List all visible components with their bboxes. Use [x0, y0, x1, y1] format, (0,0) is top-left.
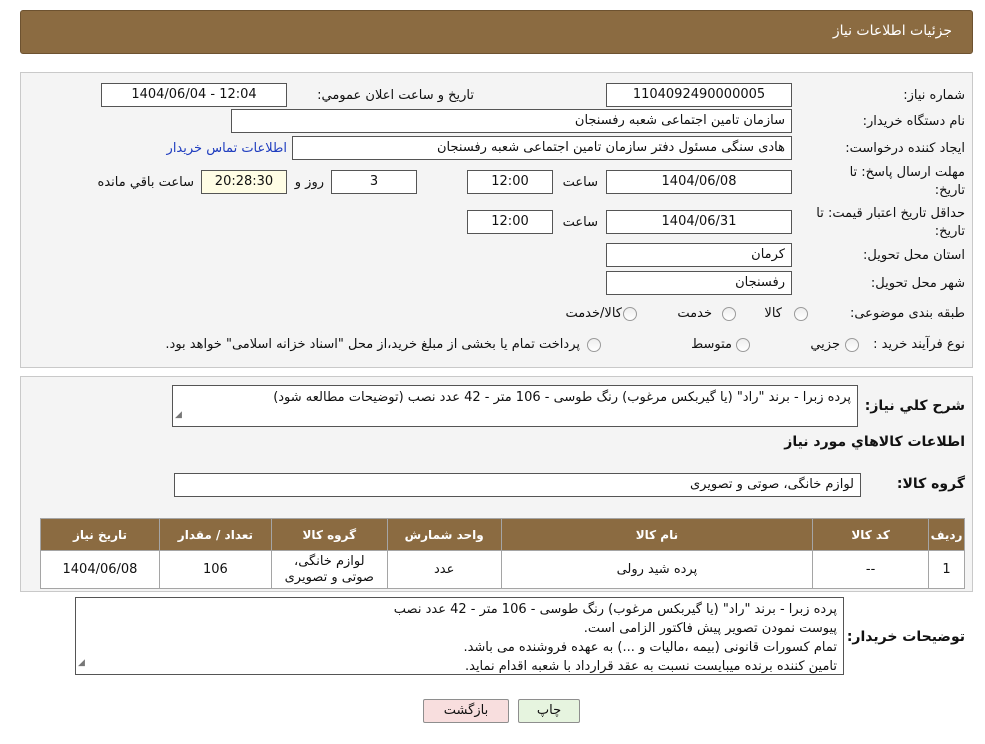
days-label: روز و — [294, 175, 324, 190]
buyer-notes-field: پرده زبرا - برند "راد" (یا گیربکس مرغوب)… — [75, 597, 844, 675]
buyer-field: سازمان تامین اجتماعی شعبه رفسنجان — [231, 109, 792, 133]
validity-label: حداقل تاریخ اعتبار قیمت: تا — [816, 206, 965, 221]
cell-group: لوازم خانگی، صوتی و تصویری — [270, 550, 388, 589]
print-button[interactable]: چاپ — [518, 699, 580, 723]
cell-qty: 106 — [158, 550, 272, 589]
col-qty: تعداد / مقدار — [158, 518, 272, 551]
buyer-notes-line: پیوست نمودن تصویر پیش فاکتور الزامی است. — [583, 621, 837, 636]
goods-group-label: گروه کالا: — [896, 476, 965, 492]
deadline-time-label: ساعت — [562, 175, 598, 190]
items-table-wrap: رديف كد كالا نام كالا واحد شمارش گروه كا… — [40, 518, 965, 589]
items-table-header: رديف كد كالا نام كالا واحد شمارش گروه كا… — [40, 518, 965, 551]
remaining-days-field: 3 — [331, 170, 417, 194]
col-name: نام كالا — [500, 518, 814, 551]
province-field: کرمان — [606, 243, 792, 267]
validity-label-2: تاریخ: — [934, 224, 965, 239]
creator-field: هادی سنگی مسئول دفتر سازمان تامین اجتماع… — [292, 136, 792, 160]
validity-time-label: ساعت — [562, 215, 598, 230]
category-option-goods-service: کالا/خدمت — [565, 306, 622, 321]
buyer-contact-link[interactable]: اطلاعات تماس خریدار — [167, 141, 287, 156]
process-radio-minor[interactable] — [845, 338, 859, 352]
category-radio-goods[interactable] — [794, 307, 808, 321]
cell-group-line2: صوتی و تصویری — [284, 569, 374, 585]
resize-grip-icon[interactable]: ◢ — [78, 654, 85, 673]
category-option-service: خدمت — [677, 306, 712, 321]
city-field: رفسنجان — [606, 271, 792, 295]
need-number-label: شماره نیاز: — [903, 88, 965, 103]
deadline-label-2: تاریخ: — [934, 183, 965, 198]
validity-time-field: 12:00 — [467, 210, 553, 234]
table-row: 1 -- پرده شید رولی عدد لوازم خانگی، صوتی… — [40, 550, 965, 589]
process-option-minor: جزیي — [810, 337, 840, 352]
category-option-goods: کالا — [764, 306, 782, 321]
items-section-title: اطلاعات كالاهاي مورد نياز — [784, 434, 965, 450]
buyer-notes-label: توضيحات خريدار: — [846, 629, 965, 645]
city-label: شهر محل تحویل: — [870, 276, 965, 291]
buyer-label: نام دستگاه خریدار: — [862, 114, 965, 129]
validity-date-field: 1404/06/31 — [606, 210, 792, 234]
process-option-medium: متوسط — [691, 337, 732, 352]
process-label: نوع فرآیند خرید : — [873, 337, 965, 352]
announce-label: تاریخ و ساعت اعلان عمومي: — [317, 88, 474, 103]
process-radio-treasury[interactable] — [587, 338, 601, 352]
creator-label: ایجاد کننده درخواست: — [845, 141, 965, 156]
buyer-notes-line: پرده زبرا - برند "راد" (یا گیربکس مرغوب)… — [393, 602, 837, 617]
category-radio-goods-service[interactable] — [623, 307, 637, 321]
cell-name: پرده شید رولی — [500, 550, 814, 589]
cell-unit: عدد — [386, 550, 502, 589]
need-number-field: 1104092490000005 — [606, 83, 792, 107]
deadline-label: مهلت ارسال پاسخ: تا — [849, 165, 965, 180]
remaining-time-label: ساعت باقي مانده — [97, 175, 194, 190]
announce-field: 1404/06/04 - 12:04 — [101, 83, 287, 107]
deadline-time-field: 12:00 — [467, 170, 553, 194]
remaining-time-field: 20:28:30 — [201, 170, 287, 194]
cell-code: -- — [812, 550, 930, 589]
col-group: گروه كالا — [270, 518, 388, 551]
summary-text: پرده زبرا - برند "راد" (یا گیربکس مرغوب)… — [273, 390, 851, 405]
col-code: كد كالا — [812, 518, 930, 551]
col-row: رديف — [928, 518, 965, 551]
deadline-date-field: 1404/06/08 — [606, 170, 792, 194]
buyer-notes-line: تامین کننده برنده میبایست نسبت به عقد قر… — [464, 659, 837, 674]
summary-field: پرده زبرا - برند "راد" (یا گیربکس مرغوب)… — [172, 385, 858, 427]
col-unit: واحد شمارش — [386, 518, 502, 551]
buyer-notes-line: تمام کسورات قانونی (بیمه ،مالیات و ...) … — [463, 640, 837, 655]
page-header: جزئیات اطلاعات نیاز — [20, 10, 973, 54]
process-note: پرداخت تمام یا بخشی از مبلغ خرید،از محل … — [165, 337, 580, 352]
category-label: طبقه بندی موضوعی: — [849, 306, 965, 321]
back-button[interactable]: بازگشت — [423, 699, 509, 723]
category-radio-service[interactable] — [722, 307, 736, 321]
province-label: استان محل تحویل: — [863, 248, 965, 263]
cell-group-line1: لوازم خانگی، — [294, 553, 365, 569]
cell-date: 1404/06/08 — [40, 550, 160, 589]
resize-grip-icon[interactable]: ◢ — [175, 406, 182, 425]
items-table: رديف كد كالا نام كالا واحد شمارش گروه كا… — [40, 518, 965, 589]
goods-group-field: لوازم خانگی، صوتی و تصویری — [174, 473, 861, 497]
summary-label: شرح كلي نياز: — [864, 398, 965, 414]
page-title: جزئیات اطلاعات نیاز — [832, 23, 952, 39]
cell-row: 1 — [928, 550, 965, 589]
process-radio-medium[interactable] — [736, 338, 750, 352]
col-date: تاريخ نياز — [40, 518, 160, 551]
